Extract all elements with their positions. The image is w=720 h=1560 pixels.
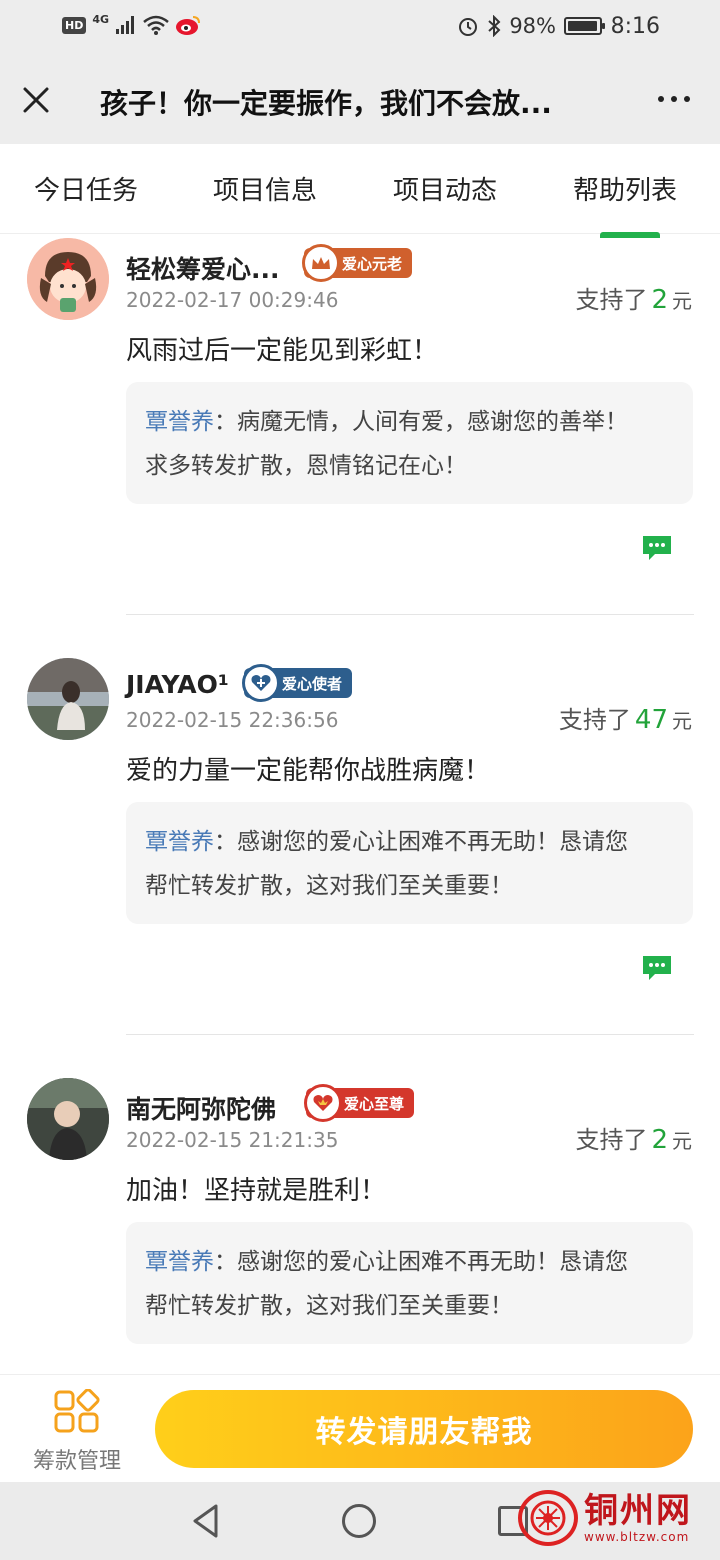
amount-value: 2 (651, 1125, 668, 1155)
reply-box: 覃誉养：感谢您的爱心让困难不再无助！恳请您 帮忙转发扩散，这对我们至关重要！ (126, 1222, 693, 1344)
reply-line: 覃誉养：病魔无情，人间有爱，感谢您的善举！ (145, 400, 673, 444)
battery-icon (564, 17, 605, 35)
support-amount: 支持了 47 元 (559, 700, 692, 735)
watermark-text: 铜州网 www.bltzw.com (584, 1492, 692, 1544)
alarm-icon (459, 18, 478, 36)
comment-reply-icon[interactable] (641, 954, 673, 982)
support-prefix: 支持了 (575, 286, 648, 314)
wifi-icon (143, 15, 169, 35)
reply-text: 求多转发扩散，恩情铭记在心！ (145, 453, 467, 479)
bottom-action-bar: 筹款管理 转发请朋友帮我 (0, 1374, 720, 1482)
grid-manage-icon (54, 1388, 100, 1433)
more-dot-icon (658, 96, 664, 102)
divider (126, 1034, 694, 1035)
weibo-icon (176, 16, 201, 35)
support-amount: 支持了 2 元 (575, 280, 692, 315)
avatar[interactable] (27, 238, 109, 320)
comment-message: 加油！坚持就是胜利！ (126, 1176, 387, 1206)
watermark-logo-icon (518, 1490, 578, 1546)
amount-value: 2 (651, 285, 668, 315)
status-bar: HD 4G 98% 8:16 (0, 0, 720, 58)
clock: 8:16 (610, 14, 660, 39)
photo-avatar-icon (27, 658, 109, 740)
donor-name[interactable]: 南无阿弥陀佛 (126, 1090, 276, 1126)
page-title: 孩子！你一定要振作，我们不会放... (100, 87, 552, 120)
manage-label: 筹款管理 (32, 1449, 121, 1474)
tab-today-tasks[interactable]: 今日任务 (34, 170, 138, 207)
donation-time: 2022-02-17 00:29:46 (126, 288, 339, 312)
more-menu-button[interactable] (658, 96, 690, 102)
donation-time: 2022-02-15 21:21:35 (126, 1128, 339, 1152)
badge-label: 爱心使者 (282, 674, 343, 693)
reply-text: 感谢您的爱心让困难不再无助！恳请您 (237, 1249, 628, 1275)
tab-project-updates[interactable]: 项目动态 (393, 170, 497, 207)
watermark-url: www.bltzw.com (584, 1530, 690, 1544)
reply-text: 感谢您的爱心让困难不再无助！恳请您 (237, 829, 628, 855)
tab-help-list[interactable]: 帮助列表 (573, 170, 677, 207)
reply-line: 覃誉养：感谢您的爱心让困难不再无助！恳请您 (145, 1240, 673, 1284)
bluetooth-icon (488, 15, 501, 37)
reply-separator: ： (214, 829, 237, 855)
home-circle-icon[interactable] (342, 1504, 376, 1538)
title-bar: 孩子！你一定要振作，我们不会放... (0, 58, 720, 144)
badge-label: 爱心至尊 (344, 1094, 405, 1113)
share-to-friends-button[interactable]: 转发请朋友帮我 (155, 1390, 693, 1468)
heart-crown-icon (304, 1084, 342, 1122)
more-dot-icon (671, 96, 677, 102)
help-list-feed[interactable]: 轻松筹爱心... 爱心元老 2022-02-17 00:29:46 支持了 2 元 … (0, 234, 720, 1374)
heart-shield-icon (242, 664, 280, 702)
support-prefix: 支持了 (575, 1126, 648, 1154)
divider (126, 614, 694, 615)
reply-separator: ： (214, 1249, 237, 1275)
reply-text: 病魔无情，人间有爱，感谢您的善举！ (237, 409, 628, 435)
reply-text: 帮忙转发扩散，这对我们至关重要！ (145, 1293, 513, 1319)
donor-name[interactable]: 轻松筹爱心... (126, 250, 280, 286)
status-left-icons: HD 4G (62, 12, 201, 36)
reply-box: 覃誉养：病魔无情，人间有爱，感谢您的善举！ 求多转发扩散，恩情铭记在心！ (126, 382, 693, 504)
close-button[interactable] (18, 80, 54, 120)
badge-label: 爱心元老 (342, 254, 403, 273)
reply-separator: ： (214, 409, 237, 435)
crown-icon (302, 244, 340, 282)
donation-time: 2022-02-15 22:36:56 (126, 708, 339, 732)
hd-indicator: HD (62, 16, 87, 34)
status-right-icons: 98% (457, 14, 605, 38)
amount-unit: 元 (672, 709, 692, 733)
back-triangle-icon[interactable] (190, 1502, 222, 1540)
reply-text: 帮忙转发扩散，这对我们至关重要！ (145, 873, 513, 899)
reply-box: 覃誉养：感谢您的爱心让困难不再无助！恳请您 帮忙转发扩散，这对我们至关重要！ (126, 802, 693, 924)
comment-message: 风雨过后一定能见到彩虹！ (126, 336, 439, 366)
amount-unit: 元 (672, 289, 692, 313)
photo-avatar-icon (27, 1078, 109, 1160)
reply-author[interactable]: 覃誉养 (145, 1249, 214, 1275)
fundraising-management-button[interactable]: 筹款管理 (20, 1388, 134, 1475)
support-prefix: 支持了 (558, 706, 631, 734)
amount-value: 47 (634, 705, 668, 735)
watermark-title: 铜州网 (584, 1491, 692, 1531)
donor-badge: 爱心使者 (242, 664, 353, 702)
donor-name[interactable]: JIAYAO¹ (126, 670, 229, 699)
amount-unit: 元 (672, 1129, 692, 1153)
support-amount: 支持了 2 元 (575, 1120, 692, 1155)
comment-message: 爱的力量一定能帮你战胜病魔！ (126, 756, 491, 786)
network-type: 4G (92, 12, 110, 26)
reply-line: 覃誉养：感谢您的爱心让困难不再无助！恳请您 (145, 820, 673, 864)
battery-fill (568, 21, 598, 31)
system-nav-bar: 铜州网 www.bltzw.com (0, 1482, 720, 1560)
tab-bar: 今日任务 项目信息 项目动态 帮助列表 (0, 144, 720, 234)
avatar[interactable] (27, 1078, 109, 1160)
battery-percent: 98% (509, 14, 556, 38)
more-dot-icon (684, 96, 690, 102)
close-icon (23, 87, 49, 113)
donor-badge: 爱心元老 (302, 244, 413, 282)
cartoon-avatar-icon (27, 238, 109, 320)
reply-author[interactable]: 覃誉养 (145, 829, 214, 855)
signal-icon (116, 16, 135, 34)
donor-badge: 爱心至尊 (304, 1084, 415, 1122)
reply-author[interactable]: 覃誉养 (145, 409, 214, 435)
comment-reply-icon[interactable] (641, 534, 673, 562)
tab-project-info[interactable]: 项目信息 (213, 170, 317, 207)
avatar[interactable] (27, 658, 109, 740)
site-watermark: 铜州网 www.bltzw.com (518, 1490, 692, 1546)
